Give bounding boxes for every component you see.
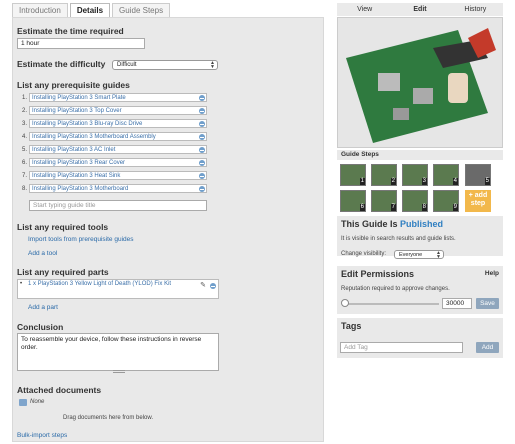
step-thumbnail[interactable]: 8 [402,190,428,212]
reputation-input[interactable]: 30000 [442,298,472,309]
step-thumbnail[interactable]: 9 [433,190,459,212]
step-thumbnail[interactable]: 3 [402,164,428,186]
remove-icon[interactable] [199,95,205,101]
resize-handle-icon[interactable] [113,370,125,373]
prereq-guide[interactable]: Installing PlayStation 3 Heat Sink [29,171,207,180]
parts-heading: List any required parts [17,267,109,277]
guide-steps-label: Guide Steps [341,151,379,158]
prereq-guide[interactable]: Installing PlayStation 3 Blu-ray Disc Dr… [29,119,207,128]
editor-tabs: Introduction Details Guide Steps [12,3,172,18]
attached-none: None [30,399,45,405]
time-input[interactable]: 1 hour [17,38,145,49]
part-label: 1 x PlayStation 3 Yellow Light of Death … [28,281,172,287]
step-thumbnail[interactable]: 5 [465,164,491,186]
prereq-row[interactable]: 2. Installing PlayStation 3 Top Cover [17,106,207,115]
remove-icon[interactable] [210,283,216,289]
prereq-guide[interactable]: Installing PlayStation 3 Motherboard Ass… [29,132,207,141]
publish-status: Published [400,219,444,229]
view-mode-tabs: View Edit History [337,3,503,16]
select-arrows-icon: ▲ ▼ [436,250,441,260]
tab-history[interactable]: History [448,3,503,16]
part-item[interactable]: • 1 x PlayStation 3 Yellow Light of Deat… [17,279,219,299]
difficulty-value: Difficult [117,62,137,68]
step-thumbnail[interactable]: 6 [340,190,366,212]
prereq-heading: List any prerequisite guides [17,80,130,90]
remove-icon[interactable] [199,108,205,114]
drop-zone-text[interactable]: Drag documents here from below. [63,415,153,421]
select-arrows-icon: ▲ ▼ [210,60,215,70]
visibility-label: Change visibility: [341,251,387,257]
step-thumbnail[interactable]: 2 [371,164,397,186]
attached-heading: Attached documents [17,385,102,395]
step-thumbnail[interactable]: 7 [371,190,397,212]
conclusion-heading: Conclusion [17,322,64,332]
tab-details[interactable]: Details [69,3,111,17]
difficulty-heading: Estimate the difficulty [17,59,106,69]
time-heading: Estimate the time required [17,26,124,36]
add-tool-link[interactable]: Add a tool [28,250,57,257]
bulk-import-link[interactable]: Bulk-import steps [17,432,67,439]
tab-view[interactable]: View [337,3,392,16]
prereq-row[interactable]: 8. Installing PlayStation 3 Motherboard [17,184,207,193]
prereq-row[interactable]: 1. Installing PlayStation 3 Smart Plate [17,93,207,102]
remove-icon[interactable] [199,121,205,127]
import-tools-link[interactable]: Import tools from prerequisite guides [28,236,134,243]
publish-desc: It is visible in search results and guid… [341,236,456,242]
visibility-select[interactable]: Everyone ▲ ▼ [394,250,444,260]
tags-title: Tags [341,321,362,331]
bullet: • [20,281,23,287]
save-button[interactable]: Save [476,298,499,309]
guide-main-image[interactable] [337,17,503,148]
remove-icon[interactable] [199,147,205,153]
step-thumbnail[interactable]: 1 [340,164,366,186]
details-panel: Estimate the time required 1 hour Estima… [12,17,324,442]
remove-icon[interactable] [199,134,205,140]
prereq-guide[interactable]: Installing PlayStation 3 Smart Plate [29,93,207,102]
document-icon [19,399,27,406]
edit-pencil-icon[interactable]: ✎ [200,281,206,289]
difficulty-select[interactable]: Difficult ▲ ▼ [112,60,218,70]
tab-introduction[interactable]: Introduction [12,3,68,17]
reputation-slider-handle[interactable] [341,299,349,307]
add-tag-input[interactable]: Add Tag [340,342,463,353]
tab-edit[interactable]: Edit [392,3,447,16]
prereq-guide[interactable]: Installing PlayStation 3 Motherboard [29,184,207,193]
permissions-desc: Reputation required to approve changes. [341,286,450,292]
prereq-search-input[interactable]: Start typing guide title [29,200,207,211]
prereq-row[interactable]: 3. Installing PlayStation 3 Blu-ray Disc … [17,119,207,128]
tab-guide-steps[interactable]: Guide Steps [112,3,171,17]
tools-heading: List any required tools [17,222,109,232]
add-part-link[interactable]: Add a part [28,304,58,311]
prereq-guide[interactable]: Installing PlayStation 3 Top Cover [29,106,207,115]
conclusion-textarea[interactable]: To reassemble your device, follow these … [17,333,219,371]
motherboard-photo [338,18,502,147]
publish-title: This Guide Is Published [341,219,444,229]
reputation-slider-track[interactable] [344,303,439,305]
add-step-button[interactable]: + add step [465,190,491,212]
help-link[interactable]: Help [485,270,499,277]
prereq-row[interactable]: 5. Installing PlayStation 3 AC Inlet [17,145,207,154]
prereq-row[interactable]: 6. Installing PlayStation 3 Rear Cover [17,158,207,167]
step-thumbnail[interactable]: 4 [433,164,459,186]
prereq-row[interactable]: 7. Installing PlayStation 3 Heat Sink [17,171,207,180]
remove-icon[interactable] [199,173,205,179]
visibility-value: Everyone [399,252,423,258]
prereq-guide[interactable]: Installing PlayStation 3 AC Inlet [29,145,207,154]
add-tag-button[interactable]: Add [476,342,499,353]
prereq-row[interactable]: 4. Installing PlayStation 3 Motherboard A… [17,132,207,141]
guide-steps-bar: Guide Steps [337,150,503,160]
remove-icon[interactable] [199,160,205,166]
remove-icon[interactable] [199,186,205,192]
permissions-title: Edit Permissions [341,269,415,279]
prereq-guide[interactable]: Installing PlayStation 3 Rear Cover [29,158,207,167]
